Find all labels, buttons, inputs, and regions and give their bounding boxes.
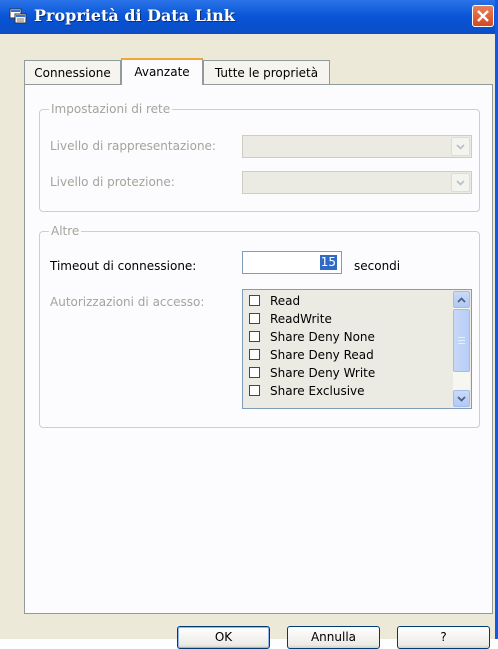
impersonation-level-label: Livello di rappresentazione: [50,139,216,153]
checkbox[interactable] [249,313,260,324]
list-item-label: Share Exclusive [270,384,365,398]
timeout-unit: secondi [354,259,401,273]
tab-panel: Impostazioni di rete Livello di rapprese… [24,84,493,614]
title-bar[interactable]: Proprietà di Data Link [0,0,495,34]
scroll-thumb[interactable] [453,309,470,372]
impersonation-level-select[interactable] [242,135,472,158]
checkbox[interactable] [249,331,260,342]
tab-avanzate[interactable]: Avanzate [121,58,203,85]
dialog-window: Proprietà di Data Link Connessione Avanz… [0,0,498,649]
data-link-icon [9,8,27,24]
dropdown-button[interactable] [451,137,470,156]
cancel-button[interactable]: Annulla [287,626,380,649]
dropdown-button[interactable] [451,173,470,192]
protection-level-label: Livello di protezione: [50,175,175,189]
checkbox[interactable] [249,349,260,360]
close-icon [477,10,489,22]
list-item-label: ReadWrite [270,312,332,326]
access-permissions-list[interactable]: Read ReadWrite Share Deny None Share Den… [242,289,472,409]
close-button[interactable] [472,5,494,27]
checkbox[interactable] [249,367,260,378]
list-item-label: Share Deny Write [270,366,376,380]
timeout-input[interactable]: 15 [242,251,342,274]
list-item-label: Share Deny Read [270,348,374,362]
chevron-down-icon [456,144,465,150]
help-button[interactable]: ? [397,626,490,649]
checkbox[interactable] [249,295,260,306]
network-settings-group: Impostazioni di rete Livello di rapprese… [39,102,480,212]
chevron-down-icon [457,396,466,402]
tab-tutte-le-proprieta[interactable]: Tutte le proprietà [203,60,330,84]
list-item-label: Share Deny None [270,330,375,344]
timeout-value: 15 [319,255,337,270]
list-item-label: Read [270,294,301,308]
protection-level-select[interactable] [242,171,472,194]
vertical-scrollbar[interactable] [453,291,470,407]
other-settings-title: Altre [49,224,82,238]
chevron-down-icon [456,180,465,186]
window-title: Proprietà di Data Link [34,6,235,25]
access-permissions-label: Autorizzazioni di accesso: [50,295,205,309]
ok-button[interactable]: OK [177,626,270,649]
tab-connessione[interactable]: Connessione [24,60,121,84]
network-settings-title: Impostazioni di rete [49,102,173,116]
scroll-down-button[interactable] [453,390,470,407]
chevron-up-icon [457,297,466,303]
other-settings-group: Altre Timeout di connessione: 15 secondi… [39,224,480,428]
timeout-label: Timeout di connessione: [50,259,197,273]
scroll-up-button[interactable] [453,291,470,308]
checkbox[interactable] [249,385,260,396]
